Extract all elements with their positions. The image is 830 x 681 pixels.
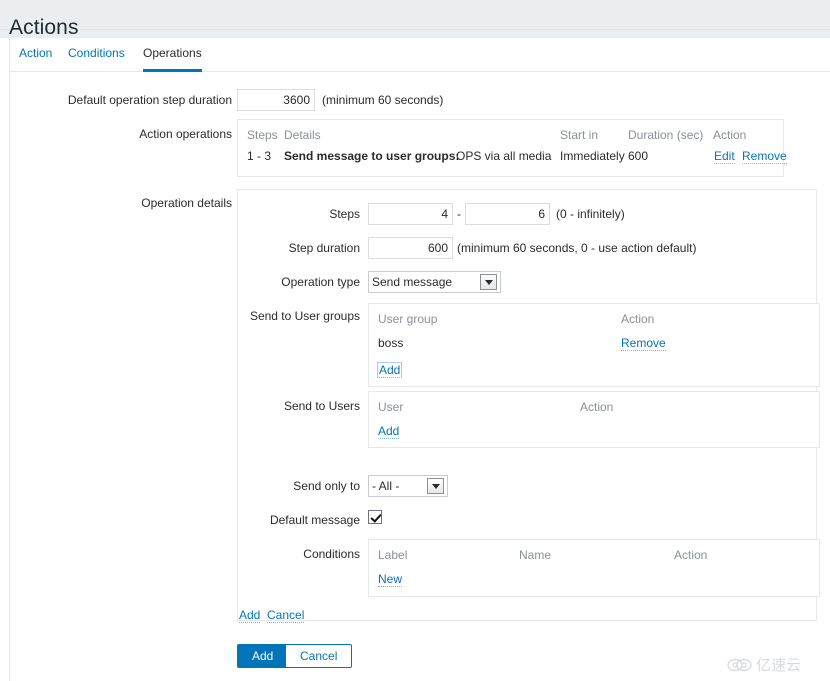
default-step-duration-hint: (minimum 60 seconds) (322, 93, 444, 107)
row-remove-link[interactable]: Remove (742, 149, 787, 164)
default-message-checkbox[interactable] (368, 510, 382, 524)
row-details-rest: OPS via all media (456, 149, 552, 163)
operation-cancel-link[interactable]: Cancel (267, 608, 305, 623)
action-operations-label: Action operations (139, 127, 232, 141)
col-duration: Duration (sec) (628, 128, 704, 142)
tab-bar: Action Conditions Operations (10, 39, 830, 72)
steps-hint: (0 - infinitely) (556, 207, 625, 221)
watermark: 亿速云 (727, 652, 825, 676)
steps-label: Steps (329, 207, 360, 221)
row-edit-link[interactable]: Edit (714, 149, 735, 164)
send-to-user-groups-label: Send to User groups (249, 309, 360, 323)
col-condition-label: Label (378, 548, 408, 562)
operation-add-link[interactable]: Add (239, 608, 261, 623)
col-steps: Steps (247, 128, 278, 142)
steps-to-input[interactable] (465, 203, 550, 225)
send-only-to-label: Send only to (293, 479, 360, 493)
content-panel: Action Conditions Operations Default ope… (9, 38, 830, 681)
header-divider (0, 29, 830, 30)
conditions-panel: Label Name Action New (368, 539, 820, 597)
col-start-in: Start in (560, 128, 599, 142)
tab-operations[interactable]: Operations (143, 46, 202, 72)
col-user-group: User group (378, 312, 438, 326)
cancel-button[interactable]: Cancel (285, 644, 353, 668)
user-group-name: boss (378, 336, 404, 350)
step-duration-hint: (minimum 60 seconds, 0 - use action defa… (457, 241, 697, 255)
action-operations-panel: Steps Details Start in Duration (sec) Ac… (237, 119, 787, 177)
steps-separator: - (457, 207, 461, 221)
conditions-label: Conditions (303, 547, 360, 561)
watermark-text: 亿速云 (756, 655, 802, 674)
col-user-action: Action (580, 400, 614, 414)
condition-new-link[interactable]: New (378, 572, 403, 587)
page-header-band (0, 0, 830, 34)
user-add-link[interactable]: Add (378, 424, 400, 439)
row-start-in: Immediately (560, 149, 625, 163)
default-step-duration-input[interactable] (237, 89, 315, 111)
default-message-label: Default message (269, 513, 360, 527)
tab-action[interactable]: Action (19, 46, 52, 69)
send-only-to-select[interactable]: - All - (368, 475, 448, 497)
cloud-icon (727, 658, 752, 672)
operation-type-select[interactable]: Send message (368, 271, 501, 293)
default-step-duration-label: Default operation step duration (67, 93, 232, 107)
col-action: Action (713, 128, 747, 142)
row-duration: 600 (628, 149, 649, 163)
user-group-add-link[interactable]: Add (377, 362, 403, 378)
submit-button[interactable]: Add (237, 644, 289, 668)
steps-from-input[interactable] (368, 203, 453, 225)
col-user: User (378, 400, 404, 414)
operation-type-label: Operation type (281, 275, 360, 289)
step-duration-input[interactable] (368, 237, 453, 259)
col-user-group-action: Action (621, 312, 655, 326)
col-condition-name: Name (519, 548, 552, 562)
user-group-remove-link[interactable]: Remove (621, 336, 666, 351)
col-condition-action: Action (674, 548, 708, 562)
send-to-users-panel: User Action Add (368, 391, 820, 448)
row-steps: 1 - 3 (247, 149, 272, 163)
row-details-bold: Send message to user groups: (284, 149, 460, 163)
tab-conditions[interactable]: Conditions (68, 46, 125, 69)
step-duration-label: Step duration (288, 241, 360, 255)
send-to-user-groups-panel: User group Action boss Remove Add (368, 303, 820, 387)
operation-details-label: Operation details (141, 196, 232, 210)
col-details: Details (284, 128, 321, 142)
send-to-users-label: Send to Users (283, 399, 360, 413)
